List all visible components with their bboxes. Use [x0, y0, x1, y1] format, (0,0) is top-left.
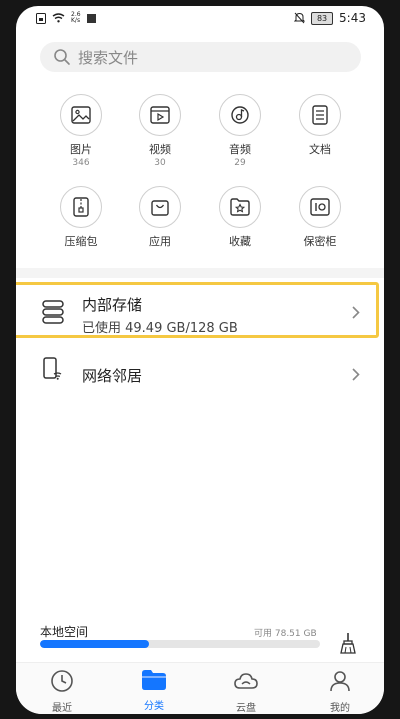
- safe-icon: [310, 198, 330, 216]
- tab-recent[interactable]: 最近: [32, 669, 92, 714]
- internal-storage-title: 内部存储: [82, 296, 143, 314]
- category-count: 346: [72, 158, 90, 168]
- storage-usage-fill: [40, 640, 150, 648]
- category-audio[interactable]: 音频 29: [210, 94, 270, 168]
- search-bar[interactable]: 搜索文件: [40, 42, 361, 72]
- tab-label: 云盘: [236, 703, 256, 714]
- internal-storage-row[interactable]: 内部存储 已使用 49.49 GB/128 GB: [16, 282, 384, 342]
- category-images[interactable]: 图片 346: [51, 94, 111, 168]
- category-label: 应用: [149, 235, 171, 248]
- category-label: 文档: [309, 143, 331, 156]
- category-videos[interactable]: 视频 30: [130, 94, 190, 168]
- folder-icon: [142, 670, 166, 690]
- category-icon-wrap: [60, 94, 102, 136]
- chevron-right-icon: [352, 368, 360, 381]
- internal-storage-usage: 已使用 49.49 GB/128 GB: [82, 321, 238, 336]
- category-archives[interactable]: 压缩包: [51, 186, 111, 249]
- broom-clean-icon[interactable]: [338, 632, 358, 654]
- category-icon-wrap: [60, 186, 102, 228]
- network-neighborhood-title: 网络邻居: [82, 367, 143, 385]
- category-favorites[interactable]: 收藏: [210, 186, 270, 249]
- mute-bell-icon: [294, 12, 306, 24]
- status-left: 2.6 K/s: [36, 12, 96, 24]
- local-space-free: 可用 78.51 GB: [254, 629, 317, 639]
- archive-icon: [73, 197, 89, 217]
- speed-unit: K/s: [71, 17, 81, 24]
- tab-label: 我的: [330, 703, 350, 714]
- category-apps[interactable]: 应用: [130, 186, 190, 249]
- storage-stack-icon: [42, 300, 64, 324]
- screen: 2.6 K/s 83 5:43 搜索文件 图片 346 视频 30 音频 29 …: [16, 6, 384, 714]
- tab-label: 分类: [144, 701, 164, 712]
- category-count: 29: [234, 158, 246, 168]
- person-icon: [330, 671, 350, 692]
- category-icon-wrap: [219, 186, 261, 228]
- search-icon: [54, 49, 70, 65]
- network-neighborhood-row[interactable]: 网络邻居: [16, 353, 384, 399]
- category-label: 保密柜: [303, 235, 337, 248]
- category-icon-wrap: [139, 94, 181, 136]
- category-label: 图片: [70, 143, 92, 156]
- tab-label: 最近: [52, 703, 72, 714]
- tab-cloud[interactable]: 云盘: [216, 669, 276, 714]
- category-label: 视频: [149, 143, 171, 156]
- category-count: 30: [154, 158, 166, 168]
- storage-usage-bar: [40, 640, 320, 648]
- bottom-tab-bar: 最近 分类 云盘 我的: [16, 662, 384, 714]
- status-right: 83 5:43: [294, 11, 366, 25]
- tab-mine[interactable]: 我的: [310, 669, 370, 714]
- image-icon: [71, 106, 91, 124]
- search-placeholder: 搜索文件: [78, 48, 139, 67]
- phone-frame: 2.6 K/s 83 5:43 搜索文件 图片 346 视频 30 音频 29 …: [0, 0, 400, 719]
- cloud-icon: [234, 673, 258, 689]
- category-label: 压缩包: [64, 235, 98, 248]
- category-label: 收藏: [229, 235, 251, 248]
- wifi-icon: [52, 13, 65, 23]
- clock-icon: [51, 670, 73, 692]
- notification-icon: [86, 13, 96, 23]
- category-icon-wrap: [139, 186, 181, 228]
- chevron-right-icon: [352, 306, 360, 319]
- video-icon: [150, 106, 170, 124]
- category-safe[interactable]: 保密柜: [290, 186, 350, 249]
- music-icon: [231, 106, 249, 124]
- shopping-bag-icon: [151, 200, 169, 216]
- local-space-label: 本地空间: [40, 625, 89, 639]
- clock-time: 5:43: [339, 11, 366, 25]
- sim-icon: [36, 12, 46, 24]
- star-folder-icon: [230, 198, 250, 216]
- category-icon-wrap: [299, 186, 341, 228]
- category-icon-wrap: [299, 94, 341, 136]
- tab-categories[interactable]: 分类: [124, 669, 184, 712]
- category-documents[interactable]: 文档: [290, 94, 350, 157]
- category-label: 音频: [229, 143, 251, 156]
- status-bar: 2.6 K/s 83 5:43: [16, 6, 384, 32]
- category-icon-wrap: [219, 94, 261, 136]
- section-divider: [16, 268, 384, 278]
- network-speed: 2.6 K/s: [71, 12, 81, 24]
- battery-indicator: 83: [311, 11, 334, 25]
- document-icon: [312, 105, 328, 125]
- network-device-icon: [43, 357, 62, 380]
